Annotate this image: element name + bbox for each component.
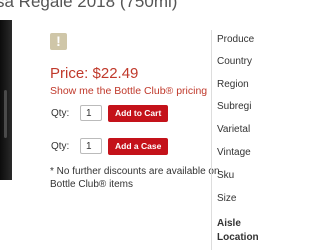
qty-label: Qty: (51, 107, 70, 119)
qty-label: Qty: (51, 140, 70, 152)
qty-input-cart[interactable] (80, 105, 102, 121)
attr-vintage-label: Vintage (217, 147, 251, 158)
discount-note: * No further discounts are available on … (50, 166, 220, 190)
product-title: sa Regale 2018 (750ml) (0, 0, 178, 11)
add-to-cart-row: Qty: Add to Cart (51, 104, 169, 122)
attr-region-label: Region (217, 79, 249, 90)
attr-subregion-label: Subregi (217, 101, 252, 112)
qty-input-case[interactable] (80, 138, 102, 154)
product-image[interactable] (0, 20, 12, 180)
bottle-highlight (4, 90, 7, 138)
alert-icon: ! (50, 33, 67, 50)
attr-varietal-label: Varietal (217, 124, 251, 135)
attr-location-label: Location (217, 232, 259, 243)
add-case-row: Qty: Add a Case (51, 137, 169, 155)
attr-aisle-label: Aisle (217, 218, 241, 229)
bottle-club-pricing-link[interactable]: Show me the Bottle Club® pricing (50, 85, 207, 97)
column-divider (211, 30, 212, 250)
attr-country-label: Country (217, 56, 253, 67)
attr-producer-label: Produce (217, 34, 255, 45)
attr-size-label: Size (217, 193, 237, 204)
attr-sku-label: Sku (217, 170, 235, 181)
product-price: Price: $22.49 (50, 65, 139, 82)
add-case-button[interactable]: Add a Case (108, 137, 169, 155)
add-to-cart-button[interactable]: Add to Cart (108, 104, 169, 122)
